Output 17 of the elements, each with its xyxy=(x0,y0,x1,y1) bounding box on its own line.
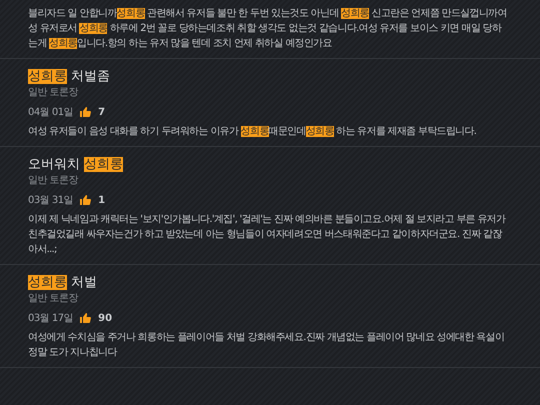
thumbs-up-icon xyxy=(80,107,92,117)
post-excerpt: 여성에게 수치심을 주거나 희롱하는 플레이어들 처벌 강화해주세요.진짜 개념없는 플레이어 많네요 성에대한 욕설이 정말 도가 지나칩니다 xyxy=(28,331,506,360)
post-date: 03월 17일 xyxy=(28,312,74,325)
post-date: 03월 31일 xyxy=(28,194,74,207)
like-count: 7 xyxy=(98,106,106,118)
board-name: 일반 토론장 xyxy=(28,292,80,305)
post-excerpt: 이제 제 닉네임과 캐릭터는 '보지'인가봅니다.'계집', '걸레'는 진짜 예의바른 분들이고요.어제 절 보지라고 부른 유저가 친추걸었길래 싸우자는건가 하고 받았는데 아는 형님들이 여자데려오면 버스태워준다고 같이하자더군요. 진짜 같잖아서...; xyxy=(28,213,507,257)
board-name: 일반 토론장 xyxy=(28,174,80,187)
post-title[interactable]: 오버워치 성희롱 xyxy=(28,157,510,173)
like-count: 90 xyxy=(98,312,112,324)
thumbs-up-icon xyxy=(80,195,92,205)
thumbs-up-icon xyxy=(80,313,92,323)
like-count: 1 xyxy=(98,194,106,206)
post-title[interactable]: 성희롱 처벌좀 xyxy=(28,69,510,85)
post-date: 04월 01일 xyxy=(28,106,74,119)
board-name: 일반 토론장 xyxy=(28,86,80,99)
post-title[interactable]: 성희롱 처벌 xyxy=(28,275,510,291)
